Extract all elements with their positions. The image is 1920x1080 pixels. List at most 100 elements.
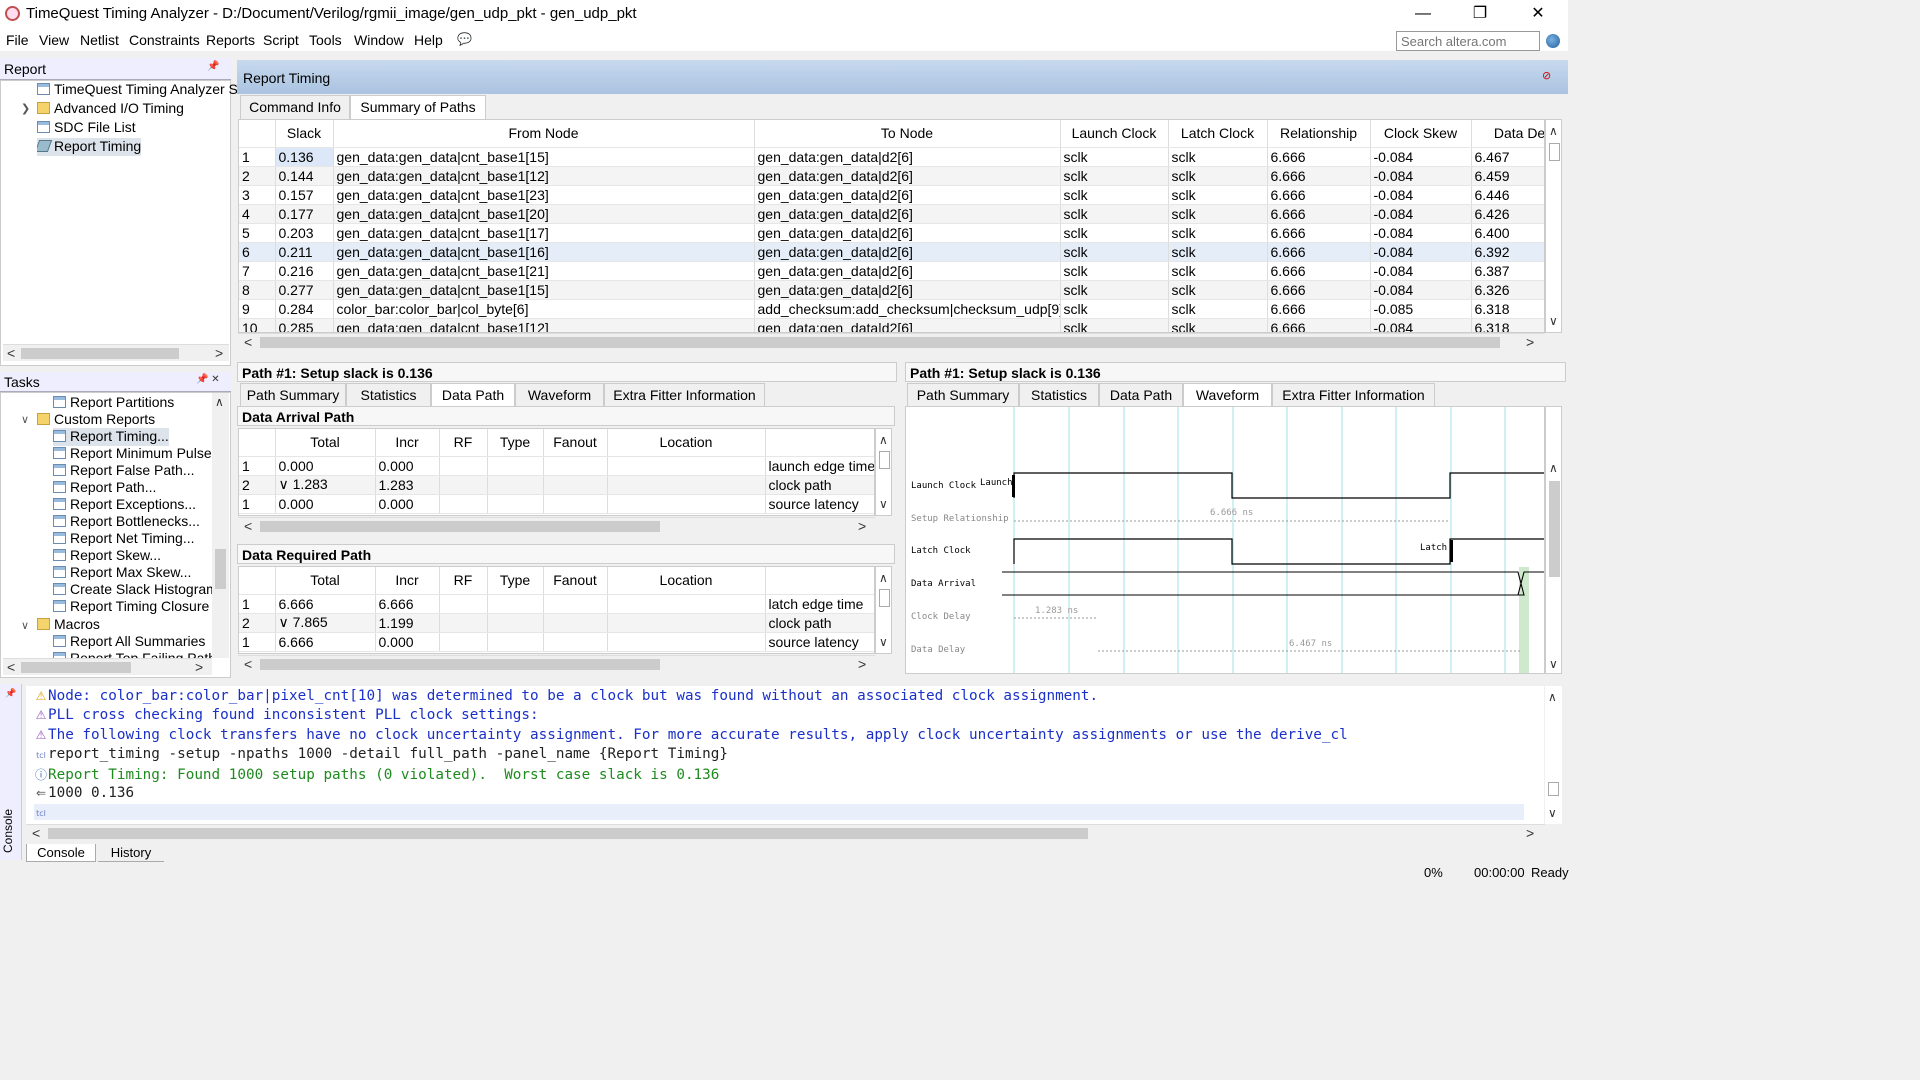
table-cell[interactable]: 5 <box>239 223 276 243</box>
table-cell[interactable]: gen_data:gen_data|cnt_base1[17] <box>333 223 755 243</box>
table-cell[interactable]: sclk <box>1060 204 1169 224</box>
console-output[interactable]: ⚠ Node: color_bar:color_bar|pixel_cnt[10]… <box>26 686 1544 824</box>
table-cell[interactable]: sclk <box>1168 299 1268 319</box>
scroll-right-icon[interactable]: > <box>1526 334 1534 350</box>
table-cell[interactable] <box>439 613 488 633</box>
table-cell[interactable]: 0.211 <box>275 242 334 262</box>
table-cell[interactable]: 6.318 <box>1471 299 1544 319</box>
table-cell[interactable]: sclk <box>1060 318 1169 332</box>
table-cell[interactable]: 2 <box>239 166 276 186</box>
console-hscroll[interactable]: < > <box>26 824 1545 841</box>
table-cell[interactable]: sclk <box>1168 261 1268 281</box>
table-cell[interactable] <box>487 613 544 633</box>
task-report-net-timing[interactable]: Report Net Timing... <box>53 530 195 548</box>
scroll-right-icon[interactable]: > <box>858 656 866 672</box>
table-row[interactable]: 9 0.284 color_bar:color_bar|col_byte[6] add… <box>239 299 1544 319</box>
task-report-top-failing[interactable]: Report Top Failing Path <box>53 650 216 658</box>
table-cell[interactable]: clock path <box>765 475 874 495</box>
menu-view[interactable]: View <box>39 32 69 48</box>
table-row[interactable]: 7 0.216 gen_data:gen_data|cnt_base1[21] gen… <box>239 261 1544 281</box>
task-custom-reports[interactable]: Custom Reports <box>37 411 155 429</box>
required-vscroll[interactable]: ∧ ∨ <box>875 566 892 654</box>
col-header[interactable] <box>239 120 276 148</box>
pin-icon[interactable]: 📌 <box>5 688 16 699</box>
table-cell[interactable]: 1 <box>239 494 276 514</box>
collapse-arrow-icon[interactable]: ∨ <box>21 413 29 426</box>
tab-command-info[interactable]: Command Info <box>240 95 350 119</box>
table-cell[interactable]: gen_data:gen_data|cnt_base1[12] <box>333 318 755 332</box>
task-report-skew[interactable]: Report Skew... <box>53 547 161 565</box>
scroll-down-icon[interactable]: ∨ <box>1548 806 1557 820</box>
col-header[interactable] <box>239 567 276 595</box>
col-header-incr[interactable]: Incr <box>375 567 440 595</box>
tab-data-path[interactable]: Data Path <box>431 383 515 408</box>
scroll-up-icon[interactable]: ∧ <box>215 395 224 409</box>
scroll-thumb[interactable] <box>21 662 131 673</box>
scroll-down-icon[interactable]: ∨ <box>879 635 888 649</box>
table-cell[interactable]: sclk <box>1060 242 1169 262</box>
table-cell[interactable]: gen_data:gen_data|cnt_base1[23] <box>333 185 755 205</box>
table-cell[interactable]: 0.000 <box>375 632 440 652</box>
table-cell[interactable]: color_bar:color_bar|col_byte[6] <box>333 299 755 319</box>
table-cell[interactable]: gen_data:gen_data|cnt_base1[20] <box>333 204 755 224</box>
task-report-timing[interactable]: Report Timing... <box>53 428 169 446</box>
scroll-left-icon[interactable]: < <box>7 345 15 361</box>
table-cell[interactable] <box>487 494 544 514</box>
table-row[interactable]: 2 ∨ 7.865 1.199 clock path <box>239 613 874 633</box>
table-cell[interactable]: 6.426 <box>1471 204 1544 224</box>
table-cell[interactable]: sclk <box>1168 147 1268 167</box>
table-cell[interactable]: gen_data:gen_data|cnt_base1[15] <box>333 280 755 300</box>
task-report-partitions[interactable]: Report Partitions <box>53 394 174 412</box>
table-cell[interactable]: sclk <box>1168 204 1268 224</box>
table-cell[interactable]: sclk <box>1060 223 1169 243</box>
menu-help[interactable]: Help <box>414 32 443 48</box>
table-cell[interactable]: -0.084 <box>1370 242 1472 262</box>
table-cell[interactable]: 0.216 <box>275 261 334 281</box>
table-cell[interactable]: 7 <box>239 261 276 281</box>
scroll-right-icon[interactable]: > <box>858 518 866 534</box>
table-row[interactable]: 2 0.144 gen_data:gen_data|cnt_base1[12] gen… <box>239 166 1544 186</box>
table-cell[interactable]: launch edge time <box>765 456 874 476</box>
table-cell[interactable] <box>543 494 608 514</box>
table-cell[interactable]: 0.000 <box>275 494 376 514</box>
table-cell[interactable]: 1 <box>239 147 276 167</box>
tab-extra-fitter[interactable]: Extra Fitter Information <box>1272 383 1435 407</box>
col-header-rf[interactable]: RF <box>439 429 488 457</box>
table-cell[interactable]: -0.084 <box>1370 204 1472 224</box>
scroll-thumb[interactable] <box>215 549 226 589</box>
scroll-right-icon[interactable]: > <box>1526 825 1534 841</box>
col-header-location[interactable]: Location <box>607 429 766 457</box>
scroll-down-icon[interactable]: ∨ <box>1549 657 1558 671</box>
table-cell[interactable]: sclk <box>1168 242 1268 262</box>
table-cell[interactable]: 6.392 <box>1471 242 1544 262</box>
table-cell[interactable]: -0.084 <box>1370 166 1472 186</box>
table-row[interactable]: 2 ∨ 1.283 1.283 clock path <box>239 475 874 495</box>
table-cell[interactable]: 6 <box>239 242 276 262</box>
tasks-vscroll[interactable]: ∧ <box>212 393 229 658</box>
table-cell[interactable]: 6.666 <box>1267 299 1371 319</box>
table-row[interactable]: 1 0.000 0.000 source latency <box>239 494 874 514</box>
col-header-fanout[interactable]: Fanout <box>543 429 608 457</box>
table-cell[interactable]: 1.199 <box>375 613 440 633</box>
table-row[interactable]: 1 0.000 0.000 launch edge time <box>239 456 874 476</box>
table-cell[interactable]: -0.084 <box>1370 280 1472 300</box>
col-header-relationship[interactable]: Relationship <box>1267 120 1371 148</box>
tab-data-path[interactable]: Data Path <box>1099 383 1183 407</box>
table-cell[interactable] <box>543 456 608 476</box>
scroll-up-icon[interactable]: ∧ <box>1549 461 1558 475</box>
scroll-down-icon[interactable]: ∨ <box>879 497 888 511</box>
table-cell[interactable]: gen_data:gen_data|d2[6] <box>754 185 1061 205</box>
scroll-left-icon[interactable]: < <box>244 656 252 672</box>
scroll-thumb[interactable] <box>260 337 1500 348</box>
scroll-thumb[interactable] <box>260 659 660 670</box>
table-cell[interactable]: gen_data:gen_data|d2[6] <box>754 318 1061 332</box>
table-cell[interactable]: sclk <box>1060 147 1169 167</box>
scroll-down-icon[interactable]: ∨ <box>1549 314 1558 328</box>
table-cell[interactable] <box>439 475 488 495</box>
scroll-up-icon[interactable]: ∧ <box>1549 124 1558 138</box>
table-row[interactable]: 1 0.136 gen_data:gen_data|cnt_base1[15] gen… <box>239 146 1544 167</box>
col-header-slack[interactable]: Slack <box>275 120 334 148</box>
table-cell[interactable] <box>607 475 766 495</box>
table-cell[interactable]: -0.084 <box>1370 147 1472 167</box>
col-header-to-node[interactable]: To Node <box>754 120 1061 148</box>
